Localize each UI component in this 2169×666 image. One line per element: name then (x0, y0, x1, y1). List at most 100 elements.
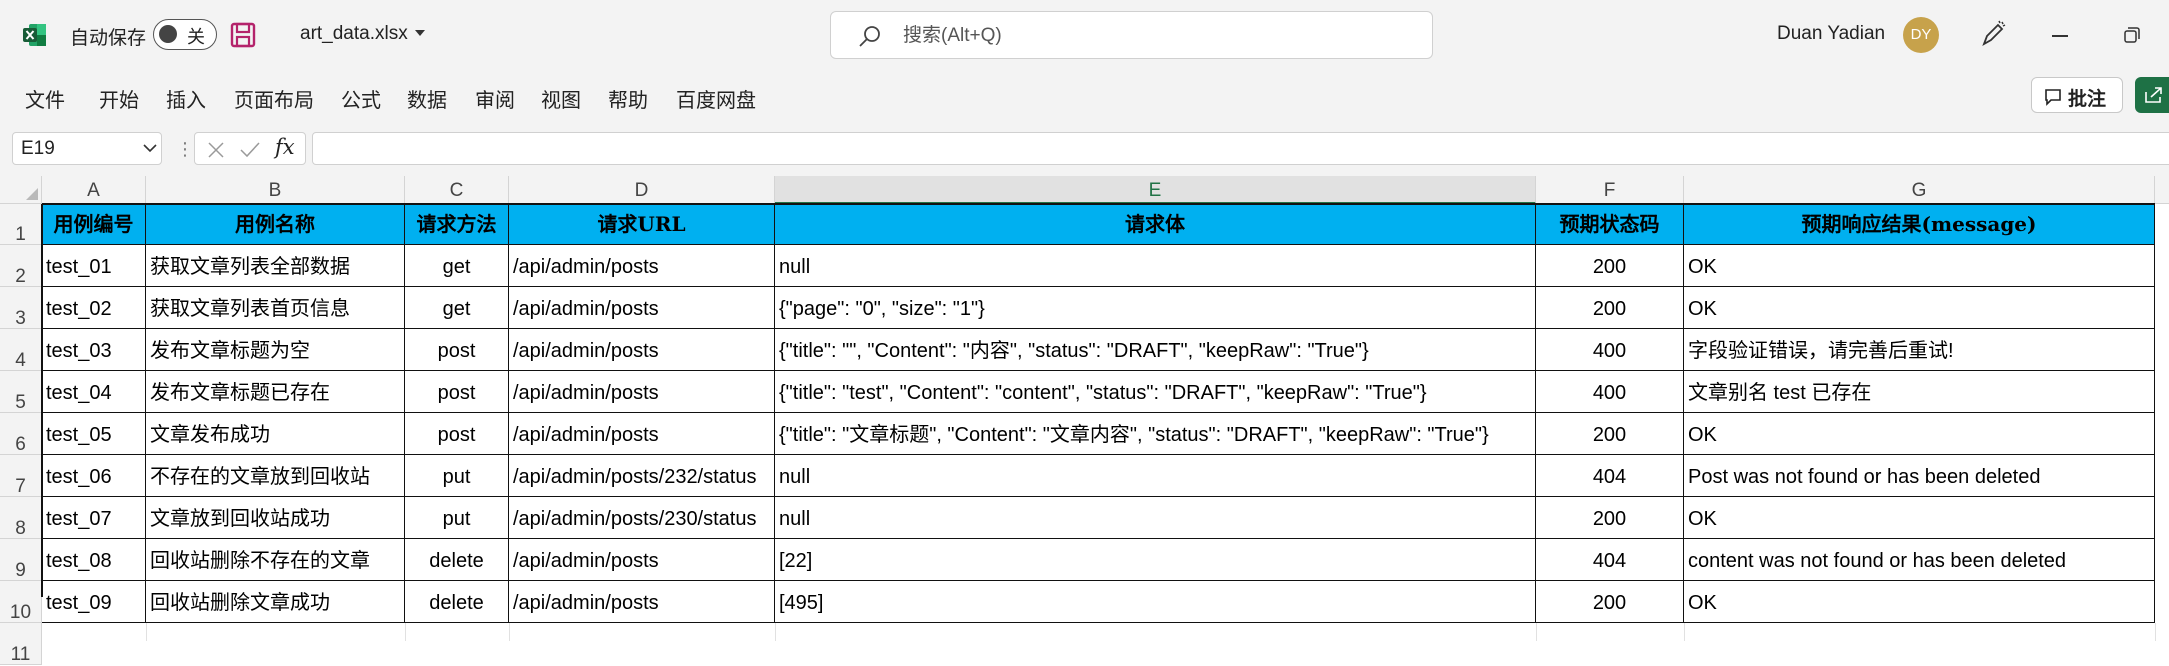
cell-message[interactable]: OK (1684, 581, 2155, 623)
cell-case-id[interactable]: test_02 (42, 287, 146, 329)
pen-icon[interactable] (1978, 19, 2008, 49)
cell-status-code[interactable]: 400 (1536, 371, 1684, 413)
cell-url[interactable]: /api/admin/posts (509, 413, 775, 455)
search-input[interactable] (901, 22, 1385, 50)
cell-url[interactable]: /api/admin/posts (509, 329, 775, 371)
column-header-g[interactable]: G (1684, 176, 2155, 204)
cell-case-name[interactable]: 获取文章列表首页信息 (146, 287, 405, 329)
header-status-code[interactable]: 预期状态码 (1536, 204, 1684, 245)
cell-status-code[interactable]: 200 (1536, 497, 1684, 539)
cell-url[interactable]: /api/admin/posts/232/status (509, 455, 775, 497)
menu-home[interactable]: 开始 (99, 84, 139, 113)
cell-method[interactable]: get (405, 287, 509, 329)
row-header-11[interactable]: 11 (0, 623, 42, 665)
cell-status-code[interactable]: 404 (1536, 539, 1684, 581)
cell-method[interactable]: delete (405, 581, 509, 623)
menu-view[interactable]: 视图 (541, 84, 581, 113)
row-header-4[interactable]: 4 (0, 329, 42, 371)
header-message[interactable]: 预期响应结果(message) (1684, 204, 2155, 245)
cell-case-name[interactable]: 发布文章标题为空 (146, 329, 405, 371)
more-options-icon[interactable]: ⋮ (176, 139, 194, 160)
cell-case-name[interactable]: 文章放到回收站成功 (146, 497, 405, 539)
cell-status-code[interactable]: 404 (1536, 455, 1684, 497)
cell-case-name[interactable]: 回收站删除文章成功 (146, 581, 405, 623)
row-header-8[interactable]: 8 (0, 497, 42, 539)
menu-baidu-netdisk[interactable]: 百度网盘 (676, 84, 756, 113)
row-header-9[interactable]: 9 (0, 539, 42, 581)
cell-url[interactable]: /api/admin/posts (509, 581, 775, 623)
header-body[interactable]: 请求体 (775, 204, 1536, 245)
cell-case-id[interactable]: test_05 (42, 413, 146, 455)
column-header-f[interactable]: F (1536, 176, 1684, 204)
minimize-icon[interactable] (2052, 35, 2068, 37)
cell-url[interactable]: /api/admin/posts (509, 371, 775, 413)
cell-case-id[interactable]: test_03 (42, 329, 146, 371)
menu-insert[interactable]: 插入 (166, 84, 206, 113)
cell-status-code[interactable]: 200 (1536, 581, 1684, 623)
menu-file[interactable]: 文件 (25, 84, 65, 113)
menu-review[interactable]: 审阅 (475, 84, 515, 113)
share-button[interactable] (2135, 77, 2169, 113)
menu-page-layout[interactable]: 页面布局 (234, 84, 314, 113)
menu-help[interactable]: 帮助 (608, 84, 648, 113)
avatar[interactable]: DY (1903, 17, 1939, 53)
comments-button[interactable]: 批注 (2031, 77, 2123, 113)
row-header-2[interactable]: 2 (0, 245, 42, 287)
cell-case-name[interactable]: 发布文章标题已存在 (146, 371, 405, 413)
cell-case-id[interactable]: test_07 (42, 497, 146, 539)
cell-case-id[interactable]: test_04 (42, 371, 146, 413)
cell-body[interactable]: {"title": "文章标题", "Content": "文章内容", "st… (775, 413, 1536, 455)
column-header-b[interactable]: B (146, 176, 405, 204)
header-case-id[interactable]: 用例编号 (42, 204, 146, 245)
name-box[interactable]: E19 (12, 132, 162, 165)
cell-message[interactable]: OK (1684, 497, 2155, 539)
row-header-7[interactable]: 7 (0, 455, 42, 497)
cell-status-code[interactable]: 400 (1536, 329, 1684, 371)
cell-method[interactable]: put (405, 497, 509, 539)
cell-status-code[interactable]: 200 (1536, 413, 1684, 455)
cell-body[interactable]: {"title": "test", "Content": "content", … (775, 371, 1536, 413)
row-header-10[interactable]: 10 (0, 581, 42, 623)
cell-case-name[interactable]: 回收站删除不存在的文章 (146, 539, 405, 581)
cell-body[interactable]: null (775, 455, 1536, 497)
restore-icon[interactable] (2123, 26, 2141, 44)
save-icon[interactable] (229, 21, 257, 49)
cell-url[interactable]: /api/admin/posts (509, 245, 775, 287)
cell-message[interactable]: OK (1684, 245, 2155, 287)
cell-body[interactable]: [22] (775, 539, 1536, 581)
cell-message[interactable]: 文章别名 test 已存在 (1684, 371, 2155, 413)
cell-message[interactable]: OK (1684, 413, 2155, 455)
chevron-down-icon[interactable] (415, 30, 425, 36)
cell-method[interactable]: post (405, 329, 509, 371)
formula-input[interactable] (312, 132, 2169, 165)
row-header-3[interactable]: 3 (0, 287, 42, 329)
column-header-d[interactable]: D (509, 176, 775, 204)
file-name[interactable]: art_data.xlsx (300, 23, 408, 45)
cell-message[interactable]: Post was not found or has been deleted (1684, 455, 2155, 497)
cell-url[interactable]: /api/admin/posts (509, 539, 775, 581)
column-header-c[interactable]: C (405, 176, 509, 204)
cell-case-name[interactable]: 文章发布成功 (146, 413, 405, 455)
cell-status-code[interactable]: 200 (1536, 287, 1684, 329)
cell-method[interactable]: get (405, 245, 509, 287)
cancel-icon[interactable] (207, 141, 225, 159)
cell-case-id[interactable]: test_06 (42, 455, 146, 497)
cell-case-name[interactable]: 获取文章列表全部数据 (146, 245, 405, 287)
insert-function-icon[interactable]: fx (275, 135, 295, 159)
menu-formulas[interactable]: 公式 (341, 84, 381, 113)
select-all-button[interactable] (0, 176, 42, 204)
row-header-5[interactable]: 5 (0, 371, 42, 413)
column-header-a[interactable]: A (42, 176, 146, 204)
user-name[interactable]: Duan Yadian (1777, 23, 1885, 45)
cell-message[interactable]: content was not found or has been delete… (1684, 539, 2155, 581)
cell-url[interactable]: /api/admin/posts/230/status (509, 497, 775, 539)
check-icon[interactable] (239, 141, 261, 159)
cell-body[interactable]: [495] (775, 581, 1536, 623)
cell-method[interactable]: post (405, 413, 509, 455)
header-case-name[interactable]: 用例名称 (146, 204, 405, 245)
header-url[interactable]: 请求URL (509, 204, 775, 245)
cell-url[interactable]: /api/admin/posts (509, 287, 775, 329)
header-method[interactable]: 请求方法 (405, 204, 509, 245)
cell-method[interactable]: delete (405, 539, 509, 581)
cell-body[interactable]: {"title": "", "Content": "内容", "status":… (775, 329, 1536, 371)
